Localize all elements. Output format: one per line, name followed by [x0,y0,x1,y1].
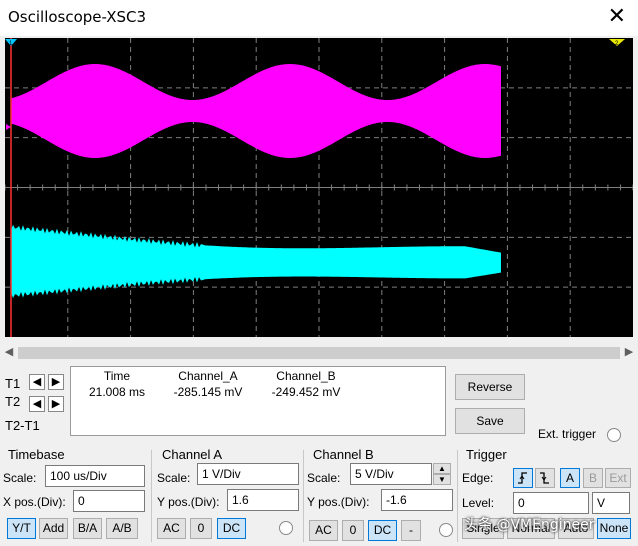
readout-channel-a-value: -285.145 mV [173,385,243,399]
rising-edge-icon[interactable] [513,468,533,488]
waveform-display: 1 2 [5,38,633,337]
measurement-readout: Time Channel_A Channel_B 21.008 ms -285.… [70,366,446,436]
trigger-level-label: Level: [462,496,495,510]
scroll-left-icon[interactable]: ◀ [2,345,16,359]
oscilloscope-screen[interactable]: 1 2 [5,38,633,337]
t2-t1-label: T2-T1 [5,418,40,433]
group-divider [151,450,152,542]
group-divider [457,450,458,542]
readout-channel-b-value: -249.452 mV [271,385,341,399]
channel-b-waveform [11,224,501,299]
timebase-scale-label: Scale: [3,471,37,485]
readout-header-channel-a: Channel_A [178,369,238,383]
readout-time-value: 21.008 ms [88,385,146,399]
trigger-none-button[interactable]: None [597,518,631,539]
channel-a-ypos-field[interactable]: 1.6 [227,489,299,511]
mode-add-button[interactable]: Add [39,518,68,539]
channel-a-ypos-label: Y pos.(Div): [157,495,220,509]
t1-left-arrow-icon[interactable]: ◀ [29,374,45,390]
channel-b-scale-field[interactable]: 5 V/Div [350,463,432,485]
horizontal-scrollbar[interactable]: ◀ ▶ [0,344,638,361]
trigger-level-field[interactable]: 0 [513,492,589,514]
mode-yt-button[interactable]: Y/T [7,518,36,539]
readout-header-time: Time [103,369,131,383]
ext-trigger-terminal[interactable] [607,428,621,442]
close-icon[interactable]: ✕ [608,4,626,29]
group-divider [303,450,304,542]
title-bar: Oscilloscope-XSC3 ✕ [0,0,638,36]
timebase-xpos-label: X pos.(Div): [3,495,66,509]
trigger-source-b-button[interactable]: B [583,468,603,488]
channel-a-ac-button[interactable]: AC [157,518,186,539]
window-title: Oscilloscope-XSC3 [8,8,147,26]
trigger-level-unit[interactable]: V [592,492,630,514]
timebase-title: Timebase [8,447,65,462]
channel-b-ypos-label: Y pos.(Div): [307,495,370,509]
ext-trigger-label: Ext. trigger [538,427,597,441]
timebase-scale-field[interactable]: 100 us/Div [45,465,145,487]
save-button[interactable]: Save [455,408,525,434]
trigger-source-ext-button[interactable]: Ext [605,468,631,488]
trigger-source-a-button[interactable]: A [560,468,580,488]
channel-b-invert-button[interactable]: - [401,520,421,541]
channel-a-dc-button[interactable]: DC [217,518,246,539]
channel-b-title: Channel B [313,447,374,462]
reverse-button[interactable]: Reverse [455,374,525,400]
channel-a-scale-label: Scale: [157,471,191,485]
falling-edge-icon[interactable] [535,468,555,488]
t2-right-arrow-icon[interactable]: ▶ [48,396,64,412]
scrollbar-track[interactable] [18,347,620,359]
readout-header-channel-b: Channel_B [276,369,336,383]
t2-left-arrow-icon[interactable]: ◀ [29,396,45,412]
channel-b-ypos-field[interactable]: -1.6 [381,489,453,511]
channel-b-scale-down-icon[interactable]: ▼ [433,474,451,485]
mode-ab-button[interactable]: A/B [106,518,138,539]
channel-b-scale-up-icon[interactable]: ▲ [433,463,451,474]
channel-a-title: Channel A [162,447,222,462]
channel-a-waveform [11,64,501,158]
t2-label: T2 [5,394,21,409]
watermark: 头条 @VMEngineer [464,517,595,533]
channel-a-zero-button[interactable]: 0 [190,518,212,539]
channel-a-scale-field[interactable]: 1 V/Div [197,463,299,485]
trigger-edge-label: Edge: [462,471,494,485]
channel-b-ac-button[interactable]: AC [309,520,338,541]
timebase-xpos-field[interactable]: 0 [73,490,145,512]
t1-right-arrow-icon[interactable]: ▶ [48,374,64,390]
channel-b-terminal[interactable] [439,523,453,537]
cursor-controls: T1 T2 T2-T1 ◀ ▶ ◀ ▶ [0,370,70,436]
channel-a-terminal[interactable] [279,521,293,535]
channel-b-scale-label: Scale: [307,471,341,485]
mode-ba-button[interactable]: B/A [73,518,102,539]
trigger-title: Trigger [466,447,507,462]
t1-label: T1 [5,376,21,391]
channel-b-zero-button[interactable]: 0 [342,520,364,541]
channel-b-dc-button[interactable]: DC [368,520,397,541]
scroll-right-icon[interactable]: ▶ [622,345,636,359]
